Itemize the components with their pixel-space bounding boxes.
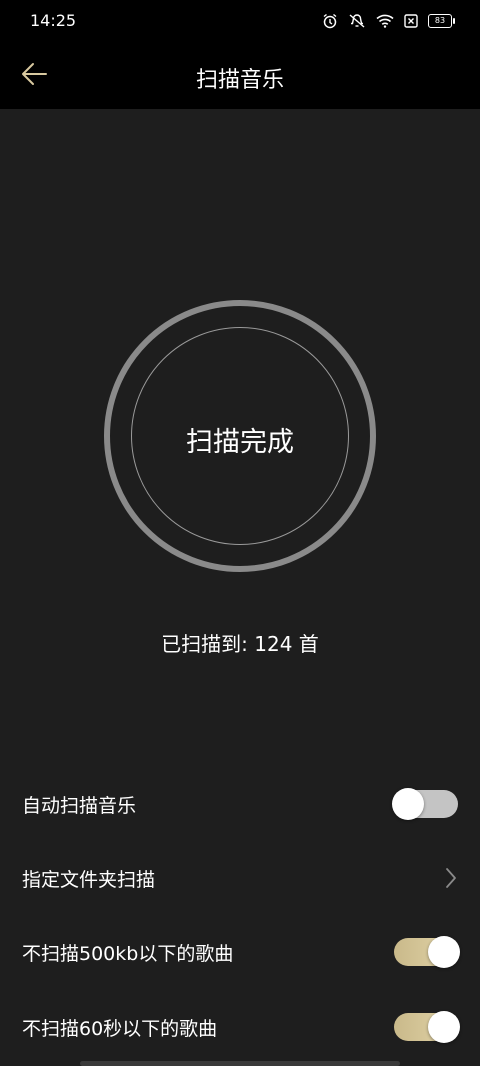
setting-skip-small-files[interactable]: 不扫描500kb以下的歌曲 — [0, 915, 480, 989]
status-icons: 83 — [322, 12, 455, 30]
status-time: 14:25 — [30, 11, 77, 30]
nav-bar: 扫描音乐 — [0, 42, 480, 109]
setting-label: 不扫描60秒以下的歌曲 — [22, 1018, 218, 1040]
scan-count-text: 已扫描到: 124 首 — [161, 632, 319, 656]
setting-folder-scan[interactable]: 指定文件夹扫描 — [0, 841, 480, 915]
chevron-right-icon — [444, 867, 458, 889]
home-indicator — [80, 1061, 400, 1066]
auto-scan-toggle[interactable] — [392, 788, 458, 820]
status-bar: 14:25 83 — [0, 0, 480, 42]
scan-status-text: 扫描完成 — [186, 427, 294, 458]
setting-skip-short-songs[interactable]: 不扫描60秒以下的歌曲 — [0, 990, 480, 1064]
wifi-icon — [376, 14, 394, 28]
setting-label: 自动扫描音乐 — [22, 795, 137, 817]
setting-auto-scan[interactable]: 自动扫描音乐 — [0, 767, 480, 841]
battery-icon: 83 — [428, 14, 455, 28]
toggle-knob — [428, 1011, 460, 1043]
skip-short-songs-toggle[interactable] — [394, 1011, 460, 1043]
toggle-knob — [392, 788, 424, 820]
mute-icon — [348, 13, 366, 29]
alarm-icon — [322, 13, 338, 29]
page-title: 扫描音乐 — [195, 68, 284, 93]
skip-small-files-toggle[interactable] — [394, 936, 460, 968]
setting-label: 不扫描500kb以下的歌曲 — [22, 943, 234, 965]
toggle-knob — [428, 936, 460, 968]
no-sim-icon — [404, 14, 418, 28]
setting-label: 指定文件夹扫描 — [22, 869, 156, 891]
